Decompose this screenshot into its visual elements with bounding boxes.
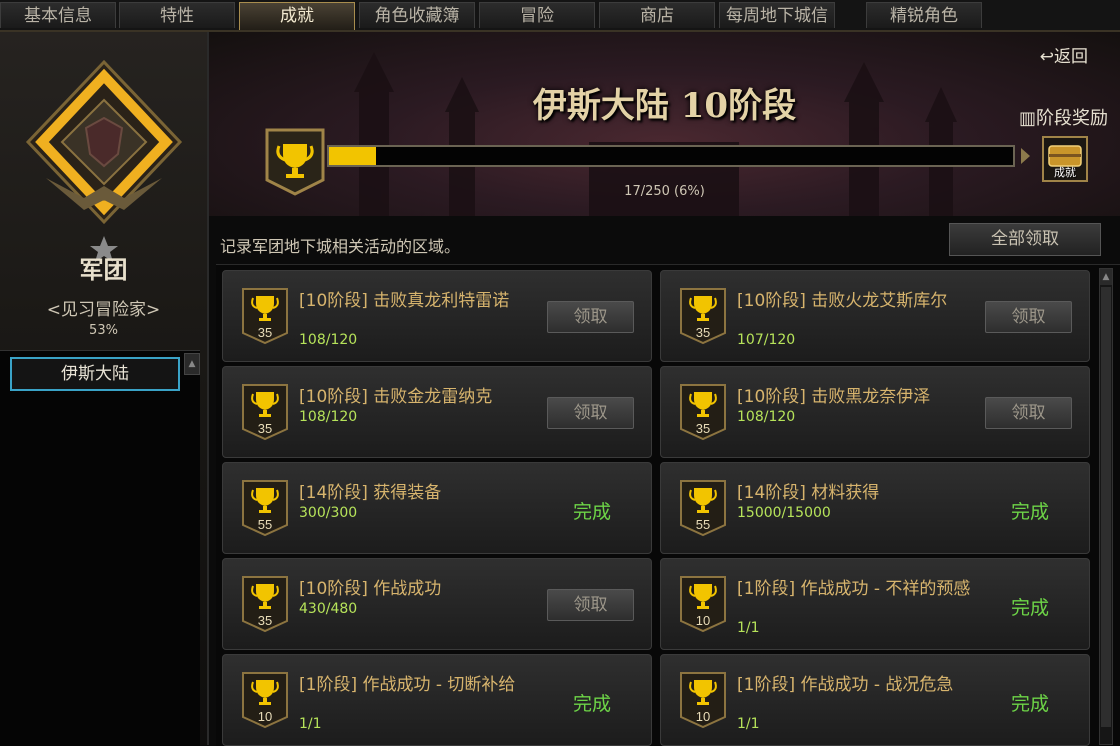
tab-character-collection[interactable]: 角色收藏簿 xyxy=(359,2,475,28)
achievement-title: [10阶段] 击败火龙艾斯库尔 xyxy=(737,291,948,311)
achievement-progress: 107/120 xyxy=(737,332,796,348)
achievement-points: 10 xyxy=(258,709,272,724)
achievement-title: [1阶段] 作战成功 - 切断补给 xyxy=(299,675,516,695)
achievement-progress: 108/120 xyxy=(299,332,358,348)
claim-button[interactable]: 领取 xyxy=(985,301,1072,333)
progress-arrow-icon xyxy=(1021,148,1030,164)
achievement-points: 10 xyxy=(696,613,710,628)
achievement-progress: 108/120 xyxy=(737,409,796,425)
tab-bar: 基本信息 特性 成就 角色收藏簿 冒险 商店 每周地下城信息 精锐角色 xyxy=(0,0,1120,52)
region-list: 伊斯大陆 ▲ xyxy=(0,350,200,746)
completed-label: 完成 xyxy=(573,501,612,523)
achievement-progress: 300/300 xyxy=(299,505,358,521)
achievement-title: [10阶段] 作战成功 xyxy=(299,579,442,599)
stage-title: 伊斯大陆 10阶段 xyxy=(532,86,797,126)
back-arrow-icon: ↩ xyxy=(1039,47,1054,67)
claim-button[interactable]: 领取 xyxy=(547,397,634,429)
achievement-points: 55 xyxy=(258,517,272,532)
achievement-points: 35 xyxy=(696,421,710,436)
achievement-title: [10阶段] 击败黑龙奈伊泽 xyxy=(737,387,931,407)
region-item-ice-continent[interactable]: 伊斯大陆 xyxy=(10,357,180,391)
rank-title: 军团 xyxy=(79,256,128,284)
tab-elite-characters[interactable]: 精锐角色 xyxy=(866,2,982,28)
trophy-points-icon: 55 xyxy=(680,480,726,537)
achievement-card: 10 [1阶段] 作战成功 - 战况危急 1/1 完成 xyxy=(660,654,1090,746)
completed-label: 完成 xyxy=(1011,597,1050,619)
trophy-points-icon: 55 xyxy=(242,480,288,537)
achievement-scrollbar[interactable]: ▲ xyxy=(1099,268,1113,745)
trophy-points-icon: 10 xyxy=(680,672,726,729)
achievement-card: 35 [10阶段] 击败金龙雷纳克 108/120 领取 xyxy=(222,366,652,458)
stage-banner: ↩返回 伊斯大陆 10阶段 ▥阶段奖励 成就 17/250 (6%) xyxy=(209,32,1120,216)
achievement-title: [14阶段] 获得装备 xyxy=(299,483,442,503)
achievement-progress: 1/1 xyxy=(299,716,322,732)
claim-all-button[interactable]: 全部领取 xyxy=(949,223,1101,256)
achievement-progress: 15000/15000 xyxy=(737,505,831,521)
achievement-title: [1阶段] 作战成功 - 战况危急 xyxy=(737,675,954,695)
stage-progress-text: 17/250 (6%) xyxy=(624,184,705,199)
achievement-progress: 1/1 xyxy=(737,716,760,732)
achievement-card: 35 [10阶段] 击败火龙艾斯库尔 107/120 领取 xyxy=(660,270,1090,362)
rank-emblem-icon xyxy=(25,59,183,262)
stage-progress-fill xyxy=(329,147,376,165)
achievement-card: 10 [1阶段] 作战成功 - 切断补给 1/1 完成 xyxy=(222,654,652,746)
achievement-progress: 108/120 xyxy=(299,409,358,425)
tab-traits[interactable]: 特性 xyxy=(119,2,235,28)
achievement-points: 10 xyxy=(696,709,710,724)
achievement-points: 35 xyxy=(258,613,272,628)
achievement-points: 35 xyxy=(258,325,272,340)
back-button[interactable]: ↩返回 xyxy=(1040,42,1088,67)
rank-subtitle: <见习冒险家> xyxy=(46,300,161,320)
claim-button[interactable]: 领取 xyxy=(547,301,634,333)
rank-percent: 53% xyxy=(89,323,118,338)
achievement-card: 10 [1阶段] 作战成功 - 不祥的预感 1/1 完成 xyxy=(660,558,1090,650)
scroll-up-button[interactable]: ▲ xyxy=(1100,269,1112,285)
trophy-points-icon: 35 xyxy=(242,288,288,345)
gift-icon: ▥ xyxy=(1018,108,1036,129)
trophy-points-icon: 35 xyxy=(680,384,726,441)
reward-chest-button[interactable]: 成就 xyxy=(1042,136,1088,182)
scroll-thumb[interactable] xyxy=(1101,287,1111,727)
claim-button[interactable]: 领取 xyxy=(547,589,634,621)
trophy-points-icon: 10 xyxy=(242,672,288,729)
achievement-card: 35 [10阶段] 作战成功 430/480 领取 xyxy=(222,558,652,650)
completed-label: 完成 xyxy=(1011,501,1050,523)
achievement-card: 35 [10阶段] 击败黑龙奈伊泽 108/120 领取 xyxy=(660,366,1090,458)
achievement-title: [14阶段] 材料获得 xyxy=(737,483,880,503)
achievement-title: [10阶段] 击败金龙雷纳克 xyxy=(299,387,493,407)
achievement-card: 35 [10阶段] 击败真龙利特雷诺 108/120 领取 xyxy=(222,270,652,362)
trophy-points-icon: 10 xyxy=(680,576,726,633)
trophy-points-icon: 35 xyxy=(242,576,288,633)
achievement-points: 55 xyxy=(696,517,710,532)
achievement-card: 55 [14阶段] 获得装备 300/300 完成 xyxy=(222,462,652,554)
tab-basic-info[interactable]: 基本信息 xyxy=(0,2,116,28)
achievement-progress: 1/1 xyxy=(737,620,760,636)
tab-shop[interactable]: 商店 xyxy=(599,2,715,28)
tab-achievements[interactable]: 成就 xyxy=(239,2,355,30)
region-description: 记录军团地下城相关活动的区域。 xyxy=(220,237,461,256)
trophy-points-icon: 35 xyxy=(242,384,288,441)
region-scroll-up-button[interactable]: ▲ xyxy=(184,353,200,375)
achievement-points: 35 xyxy=(696,325,710,340)
tab-weekly-dungeon[interactable]: 每周地下城信息 xyxy=(719,2,835,52)
completed-label: 完成 xyxy=(1011,693,1050,715)
completed-label: 完成 xyxy=(573,693,612,715)
achievement-progress: 430/480 xyxy=(299,601,358,617)
achievement-title: [10阶段] 击败真龙利特雷诺 xyxy=(299,291,510,311)
tab-adventure[interactable]: 冒险 xyxy=(479,2,595,28)
achievement-card: 55 [14阶段] 材料获得 15000/15000 完成 xyxy=(660,462,1090,554)
trophy-points-icon: 35 xyxy=(680,288,726,345)
chest-label: 成就 xyxy=(1054,166,1076,179)
achievement-title: [1阶段] 作战成功 - 不祥的预感 xyxy=(737,579,971,599)
stage-reward-button[interactable]: ▥阶段奖励 xyxy=(1019,104,1108,130)
rank-panel: 军团 <见习冒险家> 53% 伊斯大陆 ▲ xyxy=(0,32,209,746)
achievement-points: 35 xyxy=(258,421,272,436)
stage-progress-bar xyxy=(327,145,1015,167)
claim-button[interactable]: 领取 xyxy=(985,397,1072,429)
